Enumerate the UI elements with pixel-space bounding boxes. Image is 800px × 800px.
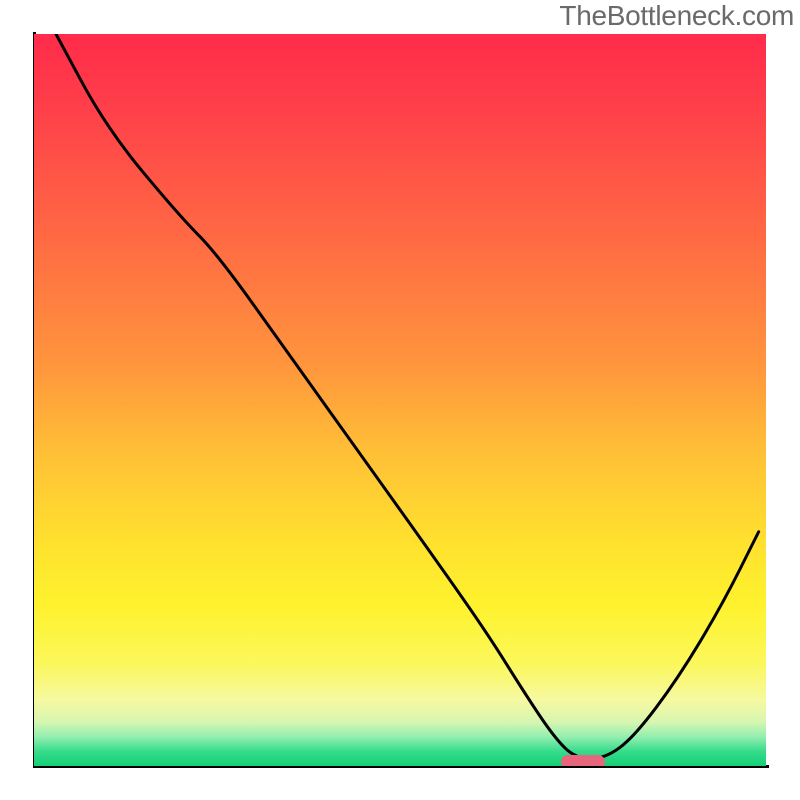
optimal-range-marker bbox=[561, 755, 605, 766]
chart-container: TheBottleneck.com bbox=[0, 0, 800, 800]
watermark-text: TheBottleneck.com bbox=[559, 0, 794, 32]
plot-area bbox=[34, 34, 766, 766]
bottleneck-curve bbox=[34, 34, 766, 766]
